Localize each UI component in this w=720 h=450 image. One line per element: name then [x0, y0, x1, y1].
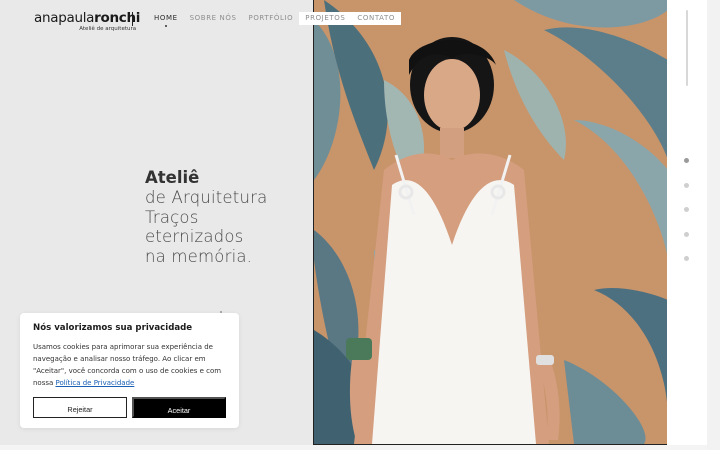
accept-button[interactable]: Aceitar: [132, 397, 226, 418]
brand-name-regular: anapaula: [34, 10, 95, 26]
bottom-edge: [0, 445, 707, 450]
page: anapaularonchi Ateliê de arquitetura HOM…: [0, 0, 720, 450]
hero-heading: Ateliê de Arquitetura Traços eternizados…: [145, 168, 267, 266]
privacy-policy-link[interactable]: Política de Privacidade: [56, 379, 135, 387]
section-dot-4[interactable]: [684, 232, 689, 237]
main-nav: HOME SOBRE NÓS PORTFÓLIO PROJETOS CONTAT…: [148, 12, 402, 27]
hero-title: Ateliê: [145, 168, 200, 187]
reject-button[interactable]: Rejeitar: [33, 397, 127, 418]
hero-line-4: na memória.: [145, 246, 253, 266]
nav-home[interactable]: HOME: [148, 12, 184, 27]
hero-photo: [313, 0, 668, 445]
hero-line-3: eternizados: [145, 227, 244, 246]
nav-sobre-nos[interactable]: SOBRE NÓS: [184, 12, 243, 25]
logo-divider: [132, 12, 133, 26]
brand-logo[interactable]: anapaularonchi Ateliê de arquitetura: [34, 11, 140, 32]
hero-line-1: de Arquitetura: [145, 188, 268, 207]
scroll-indicator[interactable]: [686, 10, 688, 86]
section-dot-5[interactable]: [684, 256, 689, 261]
nav-portfolio[interactable]: PORTFÓLIO: [243, 12, 300, 25]
section-dot-3[interactable]: [684, 207, 689, 212]
cookie-text: Usamos cookies para aprimorar sua experi…: [33, 341, 233, 389]
hero-photo-illustration: [314, 0, 668, 444]
nav-projetos[interactable]: PROJETOS: [299, 12, 352, 25]
brand-tagline: Ateliê de arquitetura: [79, 26, 137, 32]
brand-wordmark: anapaularonchi: [34, 11, 140, 25]
nav-contato[interactable]: CONTATO: [351, 12, 402, 25]
section-dot-1[interactable]: [684, 158, 689, 163]
hero-line-2: Traços: [145, 207, 199, 227]
brand-name-bold: ronchi: [94, 10, 141, 26]
section-dot-2[interactable]: [684, 183, 689, 188]
cookie-title: Nós valorizamos sua privacidade: [33, 323, 193, 333]
cookie-consent-banner: Nós valorizamos sua privacidade Usamos c…: [20, 313, 239, 428]
page-scrollbar-area: [707, 0, 720, 450]
